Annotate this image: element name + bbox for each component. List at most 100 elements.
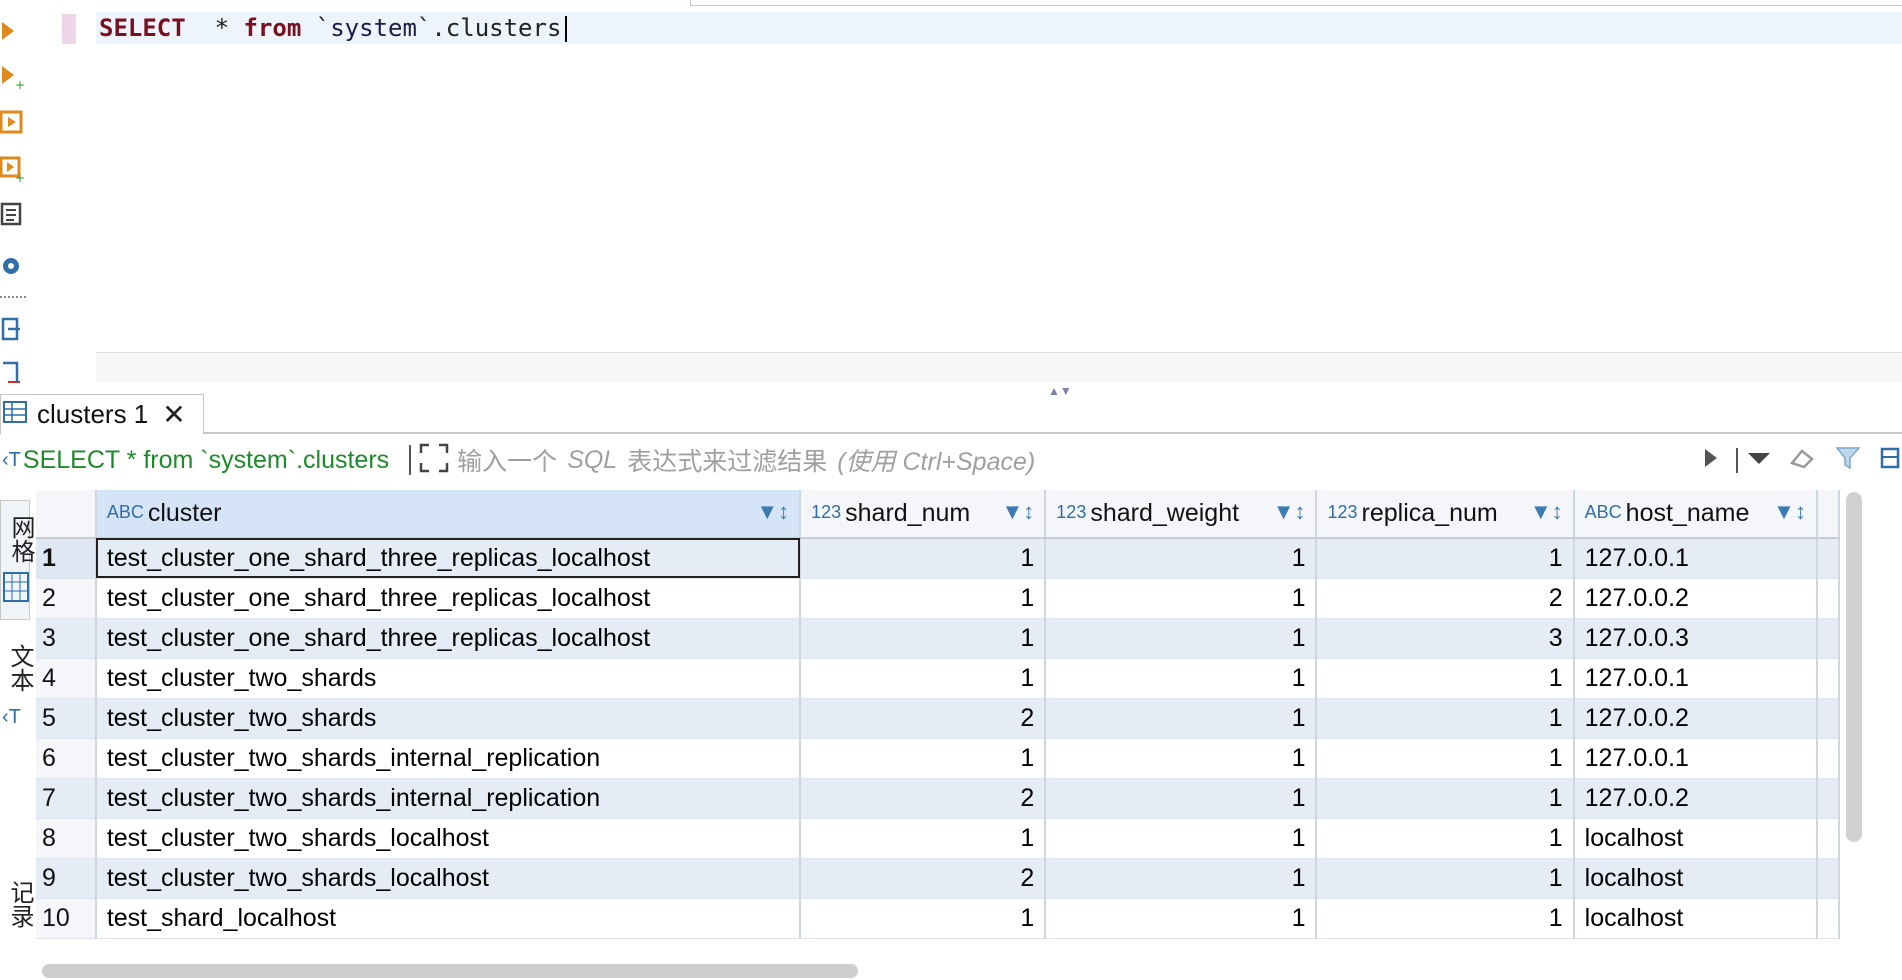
cell-replica-num[interactable]: 2 bbox=[1316, 578, 1575, 619]
filter-sort-icon[interactable]: ▼↕ bbox=[1773, 499, 1806, 525]
execute-script-icon[interactable] bbox=[0, 110, 26, 136]
cell-shard-num[interactable]: 2 bbox=[800, 858, 1047, 899]
execute-script-new-tab-icon[interactable]: + bbox=[0, 156, 26, 182]
cell-shard-num[interactable]: 1 bbox=[800, 578, 1047, 619]
cell-shard-weight[interactable]: 1 bbox=[1045, 538, 1318, 579]
cell-shard-num[interactable]: 1 bbox=[800, 818, 1047, 859]
cell-replica-num[interactable]: 1 bbox=[1316, 538, 1575, 579]
filter-sort-icon[interactable]: ▼↕ bbox=[1530, 499, 1563, 525]
cell-shard-num[interactable]: 1 bbox=[800, 898, 1047, 939]
cell-shard-weight[interactable]: 1 bbox=[1045, 738, 1318, 779]
cell-host-name[interactable]: 127.0.0.2 bbox=[1573, 578, 1818, 619]
filter-history-dropdown-icon[interactable] bbox=[1736, 447, 1772, 473]
cell-host-name[interactable]: 127.0.0.2 bbox=[1573, 778, 1818, 819]
history-icon[interactable] bbox=[0, 316, 26, 342]
cell-cluster[interactable]: test_cluster_two_shards bbox=[95, 658, 802, 699]
cell-shard-weight[interactable]: 1 bbox=[1045, 578, 1318, 619]
cell-cluster[interactable]: test_cluster_two_shards_internal_replica… bbox=[95, 738, 802, 779]
apply-filter-icon[interactable] bbox=[1702, 446, 1720, 475]
table-row[interactable]: 9 test_cluster_two_shards_localhost 2 1 1 loc… bbox=[36, 858, 1840, 899]
sql-code-line[interactable]: SELECT * from `system`.clusters bbox=[96, 12, 1902, 44]
cell-shard-weight[interactable]: 1 bbox=[1045, 698, 1318, 739]
cell-shard-num[interactable]: 1 bbox=[800, 658, 1047, 699]
table-row[interactable]: 7 test_cluster_two_shards_internal_replic… bbox=[36, 778, 1840, 819]
cell-replica-num[interactable]: 1 bbox=[1316, 778, 1575, 819]
cell-shard-weight[interactable]: 1 bbox=[1045, 618, 1318, 659]
cell-cluster[interactable]: test_cluster_two_shards bbox=[95, 698, 802, 739]
row-number[interactable]: 10 bbox=[36, 898, 97, 939]
row-number[interactable]: 5 bbox=[36, 698, 97, 739]
results-grid[interactable]: ABC cluster ▼↕ 123 shard_num ▼↕ 123 shard_w… bbox=[36, 490, 1840, 960]
side-tab-records[interactable]: 记录 bbox=[0, 880, 33, 970]
cell-shard-num[interactable]: 2 bbox=[800, 778, 1047, 819]
cell-shard-weight[interactable]: 1 bbox=[1045, 898, 1318, 939]
export-icon[interactable] bbox=[0, 360, 26, 386]
cell-cluster[interactable]: test_shard_localhost bbox=[95, 898, 802, 939]
cell-host-name[interactable]: localhost bbox=[1573, 898, 1818, 939]
cell-host-name[interactable]: 127.0.0.1 bbox=[1573, 538, 1818, 579]
cell-host-name[interactable]: localhost bbox=[1573, 858, 1818, 899]
filter-sort-icon[interactable]: ▼↕ bbox=[756, 499, 789, 525]
cell-shard-num[interactable]: 2 bbox=[800, 698, 1047, 739]
row-number[interactable]: 6 bbox=[36, 738, 97, 779]
cell-shard-weight[interactable]: 1 bbox=[1045, 818, 1318, 859]
settings-icon[interactable] bbox=[0, 254, 26, 280]
row-number[interactable]: 1 bbox=[36, 538, 97, 579]
cell-shard-num[interactable]: 1 bbox=[800, 618, 1047, 659]
editor-horizontal-scroll-area[interactable] bbox=[96, 352, 1902, 382]
row-number[interactable]: 9 bbox=[36, 858, 97, 899]
cell-replica-num[interactable]: 1 bbox=[1316, 738, 1575, 779]
cell-cluster[interactable]: test_cluster_one_shard_three_replicas_lo… bbox=[95, 618, 802, 659]
row-number[interactable]: 7 bbox=[36, 778, 97, 819]
table-row[interactable]: 10 test_shard_localhost 1 1 1 localhost bbox=[36, 898, 1840, 939]
table-row[interactable]: 2 test_cluster_one_shard_three_replicas_l… bbox=[36, 578, 1840, 619]
row-number[interactable]: 4 bbox=[36, 658, 97, 699]
row-number[interactable]: 8 bbox=[36, 818, 97, 859]
cell-cluster[interactable]: test_cluster_two_shards_localhost bbox=[95, 858, 802, 899]
cell-cluster[interactable]: test_cluster_one_shard_three_replicas_lo… bbox=[95, 538, 802, 579]
cell-shard-weight[interactable]: 1 bbox=[1045, 778, 1318, 819]
filter-sort-icon[interactable]: ▼↕ bbox=[1273, 499, 1306, 525]
filter-input[interactable]: 输入一个 SQL 表达式来过滤结果 (使用 Ctrl+Space) bbox=[457, 442, 1902, 478]
cell-host-name[interactable]: 127.0.0.2 bbox=[1573, 698, 1818, 739]
cell-host-name[interactable]: 127.0.0.1 bbox=[1573, 658, 1818, 699]
table-row[interactable]: 8 test_cluster_two_shards_localhost 1 1 1 loc… bbox=[36, 818, 1840, 859]
cell-replica-num[interactable]: 1 bbox=[1316, 818, 1575, 859]
grid-horizontal-scrollbar[interactable] bbox=[42, 964, 858, 978]
execute-new-tab-icon[interactable]: + bbox=[0, 64, 26, 90]
grid-vertical-scrollbar[interactable] bbox=[1846, 492, 1862, 842]
side-tab-text[interactable]: 文本 ‹T bbox=[0, 644, 33, 734]
column-header-shard-num[interactable]: 123 shard_num ▼↕ bbox=[800, 490, 1047, 539]
filter-sort-icon[interactable]: ▼↕ bbox=[1002, 499, 1035, 525]
cell-cluster[interactable]: test_cluster_two_shards_internal_replica… bbox=[95, 778, 802, 819]
explain-plan-icon[interactable] bbox=[0, 202, 26, 228]
result-tab[interactable]: clusters 1 ✕ bbox=[0, 394, 204, 434]
row-number[interactable]: 2 bbox=[36, 578, 97, 619]
cell-replica-num[interactable]: 1 bbox=[1316, 698, 1575, 739]
column-header-cluster[interactable]: ABC cluster ▼↕ bbox=[95, 490, 802, 539]
table-row[interactable]: 4 test_cluster_two_shards 1 1 1 127.0.0.1 bbox=[36, 658, 1840, 699]
eraser-icon[interactable] bbox=[1788, 445, 1818, 476]
cell-replica-num[interactable]: 1 bbox=[1316, 898, 1575, 939]
cell-replica-num[interactable]: 3 bbox=[1316, 618, 1575, 659]
cell-host-name[interactable]: 127.0.0.3 bbox=[1573, 618, 1818, 659]
cell-shard-num[interactable]: 1 bbox=[800, 538, 1047, 579]
table-row[interactable]: 3 test_cluster_one_shard_three_replicas_l… bbox=[36, 618, 1840, 659]
cell-cluster[interactable]: test_cluster_one_shard_three_replicas_lo… bbox=[95, 578, 802, 619]
panels-icon[interactable] bbox=[1880, 445, 1900, 476]
cell-replica-num[interactable]: 1 bbox=[1316, 858, 1575, 899]
filter-icon[interactable] bbox=[1834, 445, 1864, 476]
cell-cluster[interactable]: test_cluster_two_shards_localhost bbox=[95, 818, 802, 859]
close-icon[interactable]: ✕ bbox=[162, 400, 185, 429]
column-header-shard-weight[interactable]: 123 shard_weight ▼↕ bbox=[1045, 490, 1318, 539]
table-row[interactable]: 1 test_cluster_one_shard_three_replicas_l… bbox=[36, 538, 1840, 579]
column-header-host-name[interactable]: ABC host_name ▼↕ bbox=[1573, 490, 1818, 539]
cell-host-name[interactable]: localhost bbox=[1573, 818, 1818, 859]
table-row[interactable]: 6 test_cluster_two_shards_internal_replic… bbox=[36, 738, 1840, 779]
execute-statement-icon[interactable] bbox=[0, 18, 26, 44]
table-row[interactable]: 5 test_cluster_two_shards 2 1 1 127.0.0.2 bbox=[36, 698, 1840, 739]
column-header-overflow[interactable] bbox=[1816, 490, 1840, 539]
cell-replica-num[interactable]: 1 bbox=[1316, 658, 1575, 699]
cell-shard-weight[interactable]: 1 bbox=[1045, 858, 1318, 899]
cell-shard-weight[interactable]: 1 bbox=[1045, 658, 1318, 699]
